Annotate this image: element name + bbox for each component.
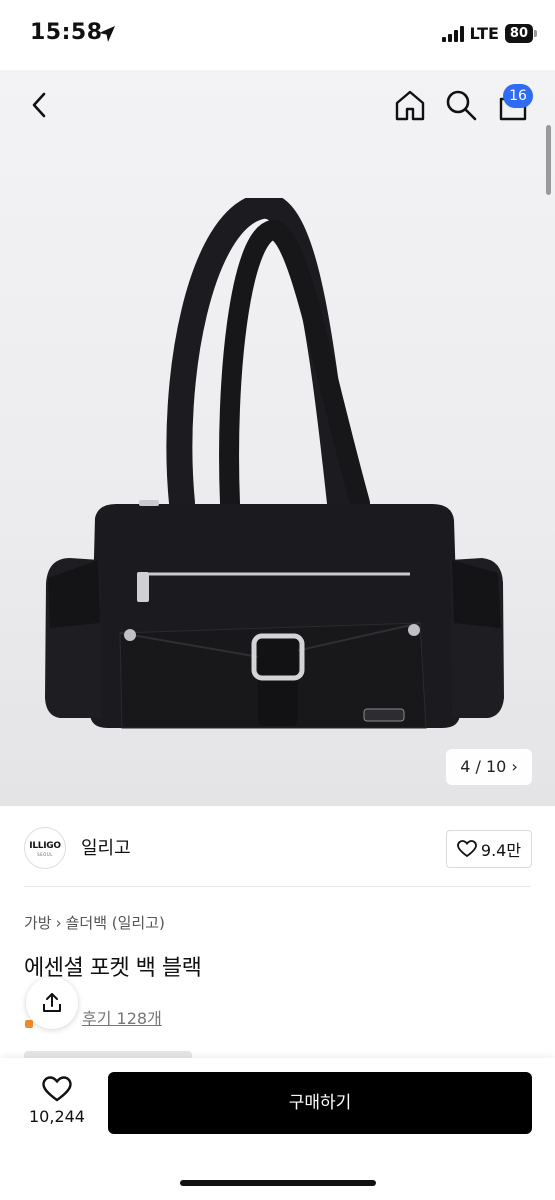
battery-icon: 80: [504, 24, 538, 43]
shop-like-button[interactable]: 9.4만: [446, 830, 532, 868]
product-photo: [45, 198, 504, 729]
location-arrow-icon: [99, 26, 115, 42]
wishlist-button[interactable]: 10,244: [24, 1070, 90, 1136]
status-bar: 15:58 LTE 80: [0, 0, 555, 70]
cart-count-badge: 16: [503, 84, 533, 108]
home-indicator: [180, 1180, 376, 1186]
shop-logo-sub: SEOUL: [37, 852, 53, 857]
shop-name[interactable]: 일리고: [81, 834, 131, 860]
product-image-gallery[interactable]: 16 4 / 10 ›: [0, 70, 555, 806]
bottom-action-bar: 10,244 구매하기: [0, 1058, 555, 1200]
review-link[interactable]: 후기 128개: [82, 1005, 162, 1029]
home-icon[interactable]: [393, 88, 427, 122]
shop-logo-text: ILLIGO: [29, 841, 61, 851]
heart-icon: [457, 840, 477, 858]
heart-icon: [42, 1076, 72, 1102]
star-icon: [25, 1020, 33, 1028]
shop-logo[interactable]: ILLIGO SEOUL: [24, 827, 66, 869]
network-label: LTE: [469, 24, 499, 43]
gallery-pager[interactable]: 4 / 10 ›: [446, 749, 532, 785]
divider: [24, 886, 531, 887]
breadcrumb-separator: ›: [55, 913, 62, 932]
share-icon: [43, 993, 61, 1012]
breadcrumb-item[interactable]: 가방: [24, 912, 52, 933]
status-indicators: LTE 80: [441, 24, 538, 43]
buy-button[interactable]: 구매하기: [108, 1072, 532, 1134]
back-icon[interactable]: [26, 88, 54, 122]
breadcrumb-item[interactable]: 숄더백 (일리고): [66, 912, 165, 933]
shop-row[interactable]: ILLIGO SEOUL 일리고 9.4만: [0, 806, 555, 886]
scrollbar[interactable]: [546, 125, 551, 195]
share-button[interactable]: [26, 977, 78, 1029]
signal-icon: [441, 25, 464, 42]
shop-like-count: 9.4만: [480, 841, 522, 860]
wishlist-count: 10,244: [29, 1107, 85, 1126]
status-time: 15:58: [30, 20, 103, 45]
breadcrumb: 가방 › 숄더백 (일리고): [24, 912, 165, 933]
search-icon[interactable]: [444, 88, 478, 122]
